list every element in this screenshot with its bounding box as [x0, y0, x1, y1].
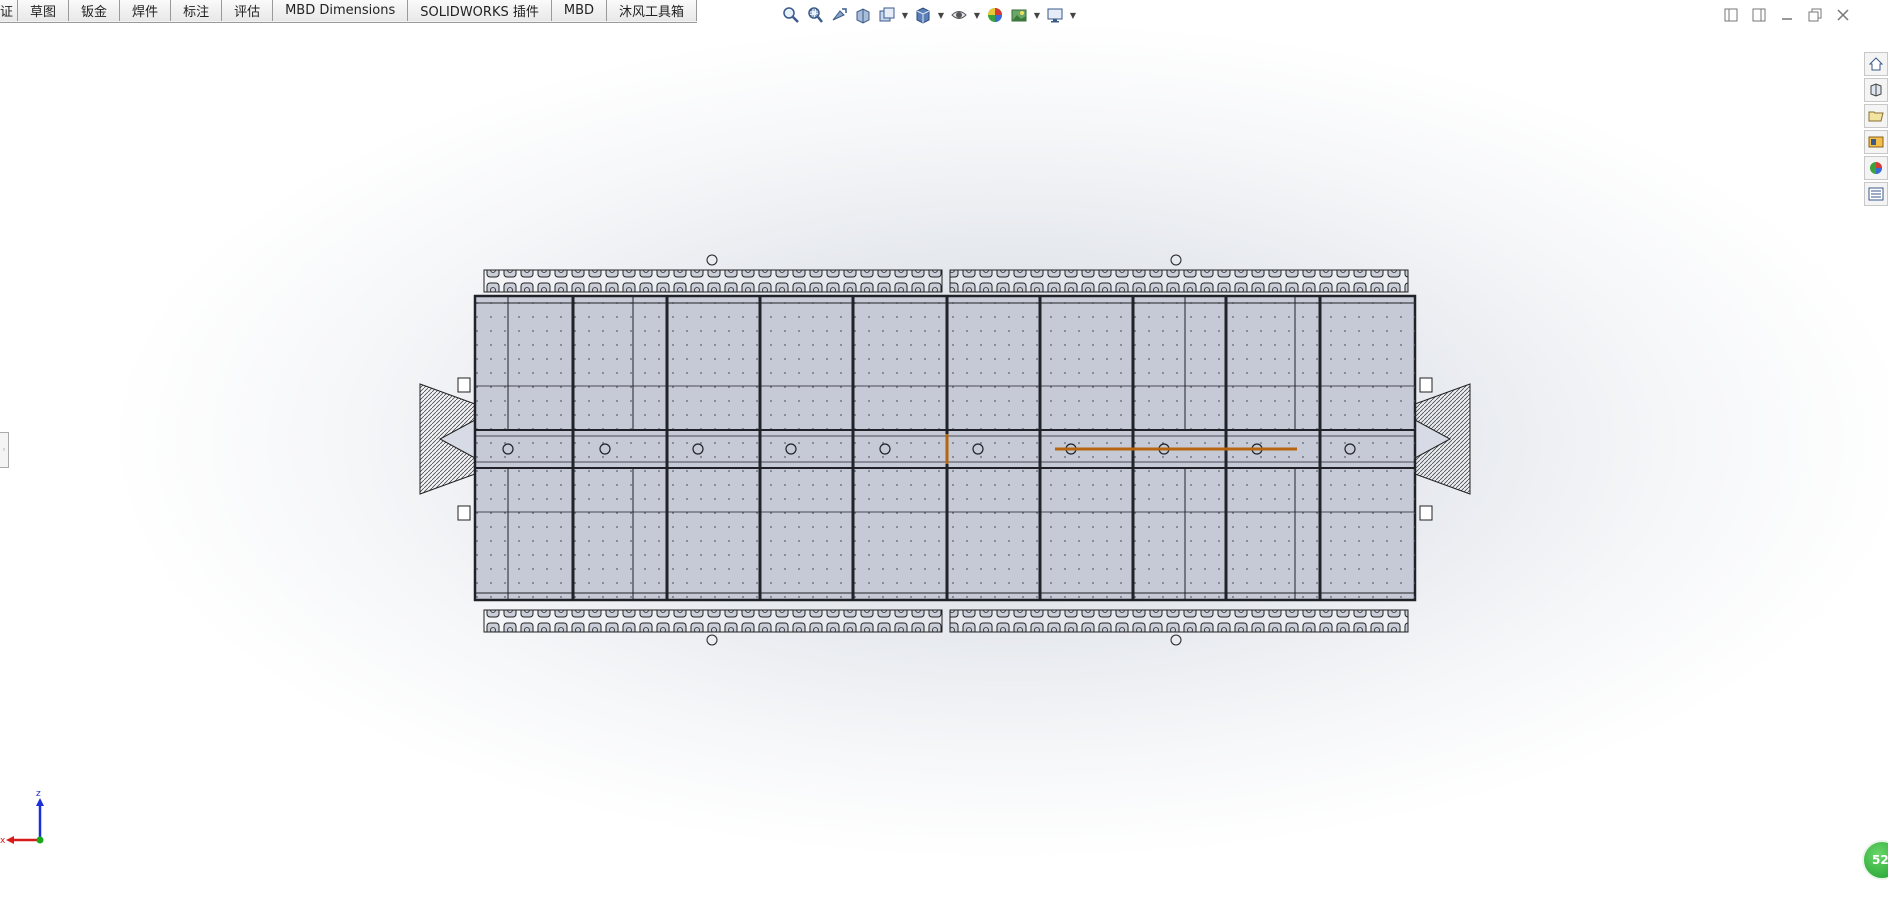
top-roller-row-right [949, 269, 1409, 293]
file-explorer-icon[interactable] [1864, 104, 1888, 128]
previous-view-icon[interactable] [828, 4, 850, 26]
document-window-controls [1722, 6, 1852, 24]
model-viewport-graphic [419, 254, 1471, 646]
zoom-to-fit-icon[interactable] [780, 4, 802, 26]
restore-icon[interactable] [1806, 6, 1824, 24]
zoom-to-area-icon[interactable] [804, 4, 826, 26]
appearances-icon[interactable] [1864, 156, 1888, 180]
tile-left-icon[interactable] [1722, 6, 1740, 24]
command-manager-tabs: 证 草图 钣金 焊件 标注 评估 MBD Dimensions SOLIDWOR… [0, 0, 698, 23]
heads-up-view-toolbar: ▼ ▼ ▼ ▼ ▼ [780, 4, 1078, 26]
apply-scene-dropdown-icon[interactable]: ▼ [1032, 4, 1042, 26]
triad-z-label: z [36, 790, 41, 799]
design-library-icon[interactable] [1864, 130, 1888, 154]
tab-evaluate[interactable]: 评估 [222, 0, 274, 21]
bottom-roller-row-left [483, 609, 943, 633]
view-orientation-icon[interactable] [912, 4, 934, 26]
tab-sheet-metal[interactable]: 钣金 [69, 0, 121, 21]
view-settings-dropdown-icon[interactable]: ▼ [1068, 4, 1078, 26]
section-view-icon[interactable] [852, 4, 874, 26]
status-badge[interactable]: 52 [1862, 840, 1888, 880]
tab-sketch[interactable]: 草图 [18, 0, 70, 21]
reference-triad: z x [0, 790, 44, 846]
apply-scene-icon[interactable] [1008, 4, 1030, 26]
close-icon[interactable] [1834, 6, 1852, 24]
display-style-icon[interactable] [948, 4, 970, 26]
minimize-icon[interactable] [1778, 6, 1796, 24]
top-roller-row-left [483, 269, 943, 293]
tab-weldments[interactable]: 焊件 [120, 0, 172, 21]
triad-x-label: x [0, 836, 6, 846]
tab-mbd-dimensions[interactable]: MBD Dimensions [273, 0, 409, 21]
tab-mufeng-toolbox[interactable]: 沐风工具箱 [607, 0, 698, 21]
tab-mbd[interactable]: MBD [551, 0, 608, 21]
task-pane-tabs [1864, 52, 1888, 206]
tab-markup[interactable]: 标注 [171, 0, 223, 21]
view-settings-icon[interactable] [1044, 4, 1066, 26]
tab-solidworks-addins[interactable]: SOLIDWORKS 插件 [408, 0, 552, 21]
dynamic-annotation-view-icon[interactable] [876, 4, 898, 26]
feature-manager-collapse-handle[interactable]: ◦ [0, 432, 9, 468]
tab-partial[interactable]: 证 [0, 0, 19, 21]
resources-icon[interactable] [1864, 78, 1888, 102]
display-style-dropdown-icon[interactable]: ▼ [936, 4, 946, 26]
view-orientation-dropdown-icon[interactable]: ▼ [900, 4, 910, 26]
bottom-roller-row-right [949, 609, 1409, 633]
home-icon[interactable] [1864, 52, 1888, 76]
edit-appearance-icon[interactable] [984, 4, 1006, 26]
hide-show-dropdown-icon[interactable]: ▼ [972, 4, 982, 26]
custom-properties-icon[interactable] [1864, 182, 1888, 206]
tile-right-icon[interactable] [1750, 6, 1768, 24]
